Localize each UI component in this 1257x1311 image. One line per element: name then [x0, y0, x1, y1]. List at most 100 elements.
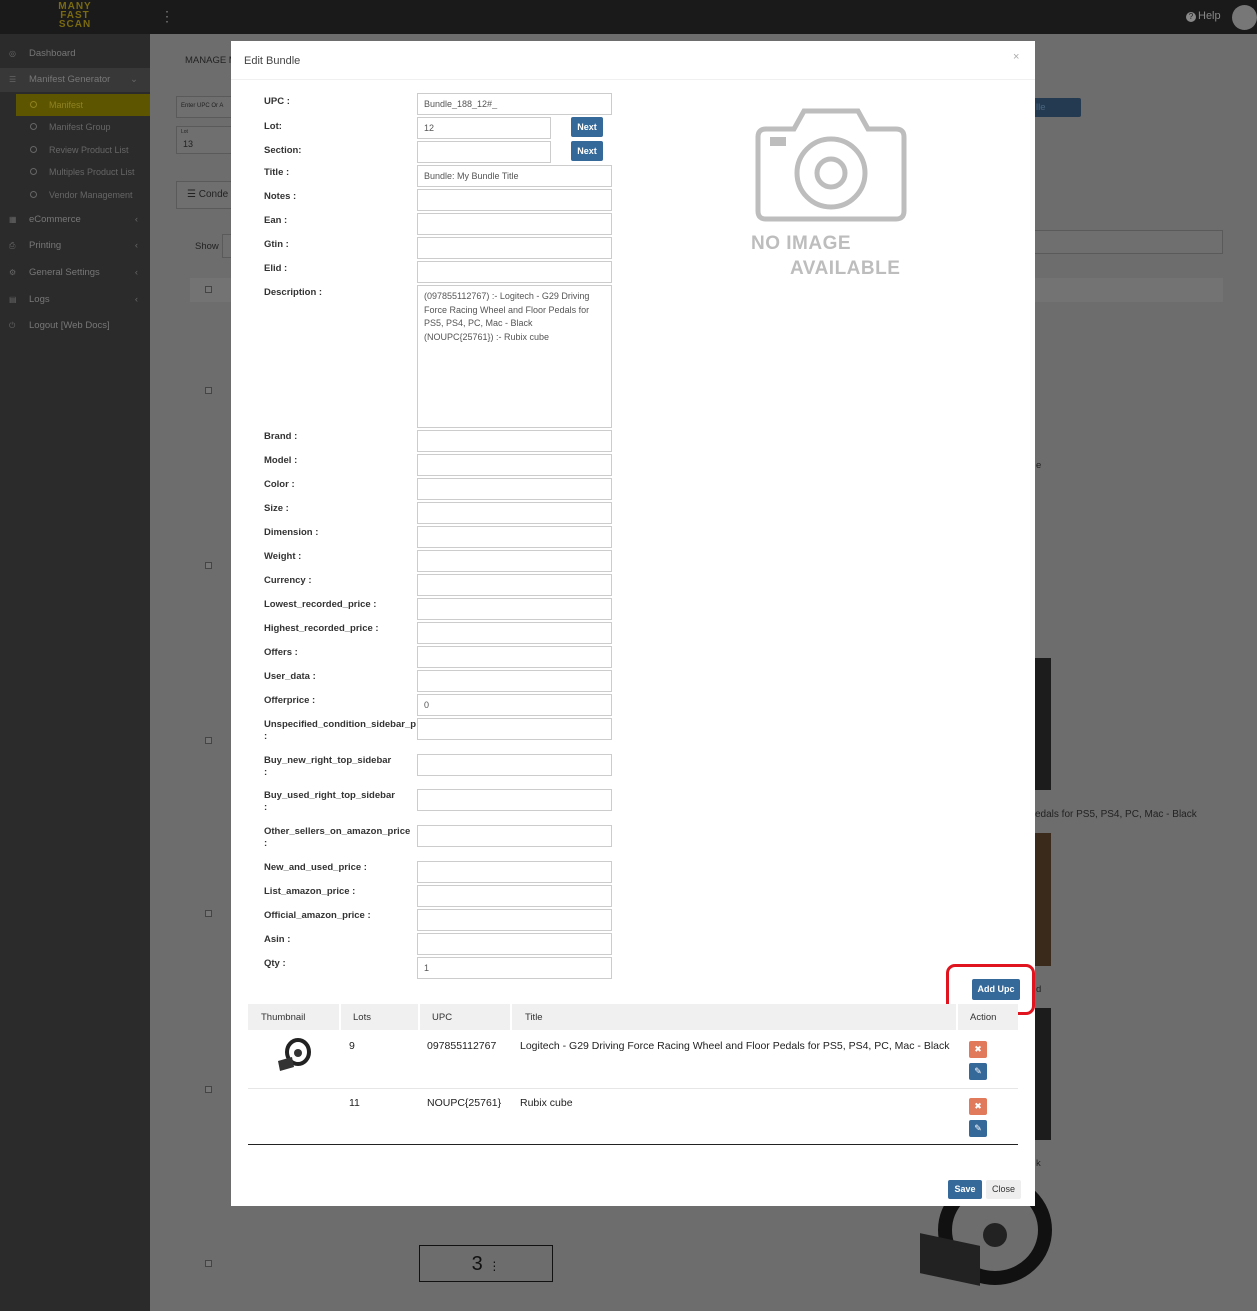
- buy-new-label: Buy_new_right_top_sidebar:: [264, 755, 419, 779]
- sidebar-subitem-manifest[interactable]: Manifest: [16, 94, 150, 116]
- unspecified-condition-label: Unspecified_condition_sidebar_p:: [264, 719, 419, 743]
- offerprice-input[interactable]: [417, 694, 612, 716]
- row-lots: 9: [349, 1040, 355, 1052]
- close-button[interactable]: Close: [986, 1180, 1021, 1199]
- elid-input[interactable]: [417, 261, 612, 283]
- row-checkbox[interactable]: [205, 387, 212, 394]
- chevron-down-icon: ⌄: [130, 74, 138, 85]
- buy-new-input[interactable]: [417, 754, 612, 776]
- dimension-input[interactable]: [417, 526, 612, 548]
- close-icon[interactable]: ×: [1013, 51, 1019, 63]
- title-input[interactable]: [417, 165, 612, 187]
- size-input[interactable]: [417, 502, 612, 524]
- notes-input[interactable]: [417, 189, 612, 211]
- section-input[interactable]: [417, 141, 551, 163]
- sidebar-item-label: General Settings: [29, 267, 100, 278]
- sidebar-subitem-review-product-list[interactable]: Review Product List: [16, 139, 150, 161]
- row-checkbox[interactable]: [205, 562, 212, 569]
- gtin-input[interactable]: [417, 237, 612, 259]
- new-and-used-price-input[interactable]: [417, 861, 612, 883]
- help-link[interactable]: ? Help: [1186, 10, 1221, 22]
- ean-input[interactable]: [417, 213, 612, 235]
- row-divider: [248, 1088, 1018, 1089]
- table-bottom-border: [248, 1144, 1018, 1145]
- sidebar-subitem-label: Manifest: [49, 100, 84, 110]
- model-input[interactable]: [417, 454, 612, 476]
- sidebar-item-dashboard[interactable]: ◎ Dashboard: [0, 42, 150, 66]
- sidebar-subitem-multiples-product-list[interactable]: Multiples Product List: [16, 161, 150, 183]
- search-input[interactable]: [1033, 230, 1223, 254]
- no-image-text-line1: NO IMAGE: [751, 233, 852, 254]
- background-product-image: [1035, 658, 1051, 790]
- sidebar-item-logout[interactable]: ⏻ Logout [Web Docs]: [0, 314, 150, 338]
- top-bar: MANY FAST SCAN ⋮ ? Help: [0, 0, 1257, 34]
- sidebar-subitem-label: Review Product List: [49, 145, 129, 155]
- printer-icon: ⎙: [9, 241, 16, 250]
- background-bundle-button[interactable]: lle: [1033, 98, 1081, 117]
- color-input[interactable]: [417, 478, 612, 500]
- offers-label: Offers :: [264, 647, 298, 658]
- row-checkbox[interactable]: [205, 1260, 212, 1267]
- lot-label: Lot:: [264, 121, 282, 132]
- save-button[interactable]: Save: [948, 1180, 982, 1199]
- help-label: Help: [1198, 10, 1221, 22]
- sidebar-subitem-manifest-group[interactable]: Manifest Group: [16, 116, 150, 138]
- app-logo[interactable]: MANY FAST SCAN: [52, 2, 98, 32]
- offers-input[interactable]: [417, 646, 612, 668]
- edit-row-button[interactable]: ✎: [969, 1063, 987, 1080]
- sidebar-item-ecommerce[interactable]: ▦ eCommerce ‹: [0, 208, 150, 232]
- edit-bundle-modal: Edit Bundle × UPC : Lot: Next Section: N…: [231, 41, 1035, 1206]
- description-textarea[interactable]: (097855112767) :- Logitech - G29 Driving…: [417, 285, 612, 428]
- add-upc-button[interactable]: Add Upc: [972, 979, 1020, 1000]
- highest-recorded-price-input[interactable]: [417, 622, 612, 644]
- sidebar-item-printing[interactable]: ⎙ Printing ‹: [0, 234, 150, 258]
- gtin-label: Gtin :: [264, 239, 289, 250]
- buy-used-label: Buy_used_right_top_sidebar:: [264, 790, 419, 814]
- upc-input[interactable]: [417, 93, 612, 115]
- delete-row-button[interactable]: ✖: [969, 1098, 987, 1115]
- column-separator: [339, 1004, 341, 1030]
- other-sellers-input[interactable]: [417, 825, 612, 847]
- row-upc: 097855112767: [427, 1040, 497, 1052]
- row-lots: 11: [349, 1097, 360, 1109]
- buy-used-input[interactable]: [417, 789, 612, 811]
- background-bundle-label: lle: [1036, 102, 1046, 113]
- sidebar-item-general-settings[interactable]: ⚙ General Settings ‹: [0, 261, 150, 285]
- sidebar-item-label: Logs: [29, 294, 50, 305]
- qty-input[interactable]: [417, 957, 612, 979]
- sidebar-item-logs[interactable]: ▤ Logs ‹: [0, 288, 150, 312]
- select-all-checkbox[interactable]: [205, 286, 212, 293]
- row-checkbox[interactable]: [205, 910, 212, 917]
- lowest-recorded-price-input[interactable]: [417, 598, 612, 620]
- unspecified-condition-input[interactable]: [417, 718, 612, 740]
- sidebar-item-label: Dashboard: [29, 48, 76, 59]
- upc-search-input[interactable]: Enter UPC Or A: [176, 96, 236, 118]
- row-checkbox[interactable]: [205, 737, 212, 744]
- upc-search-placeholder: Enter UPC Or A: [181, 103, 224, 109]
- other-sellers-label-text: Other_sellers_on_amazon_price: [264, 826, 411, 837]
- lot-next-button[interactable]: Next: [571, 117, 603, 137]
- sidebar-item-manifest-generator[interactable]: ☰ Manifest Generator ⌄: [0, 68, 150, 92]
- weight-input[interactable]: [417, 550, 612, 572]
- currency-input[interactable]: [417, 574, 612, 596]
- avatar[interactable]: [1232, 5, 1257, 30]
- menu-toggle-icon[interactable]: ⋮: [160, 8, 174, 25]
- edit-row-button[interactable]: ✎: [969, 1120, 987, 1137]
- condense-button[interactable]: ☰ Conde: [176, 181, 236, 209]
- offerprice-label: Offerprice :: [264, 695, 316, 706]
- section-next-button[interactable]: Next: [571, 141, 603, 161]
- sidebar-subitem-vendor-management[interactable]: Vendor Management: [16, 184, 150, 206]
- chevron-left-icon: ‹: [134, 240, 138, 251]
- pagination-current-page[interactable]: 3 ⋮: [419, 1245, 553, 1282]
- kebab-icon[interactable]: ⋮: [488, 1259, 500, 1273]
- lot-input[interactable]: Lot 13: [176, 126, 236, 154]
- lot-input[interactable]: [417, 117, 551, 139]
- user-data-input[interactable]: [417, 670, 612, 692]
- row-checkbox[interactable]: [205, 1086, 212, 1093]
- official-amazon-price-input[interactable]: [417, 909, 612, 931]
- asin-input[interactable]: [417, 933, 612, 955]
- circle-icon: [30, 168, 37, 175]
- delete-row-button[interactable]: ✖: [969, 1041, 987, 1058]
- brand-input[interactable]: [417, 430, 612, 452]
- list-amazon-price-input[interactable]: [417, 885, 612, 907]
